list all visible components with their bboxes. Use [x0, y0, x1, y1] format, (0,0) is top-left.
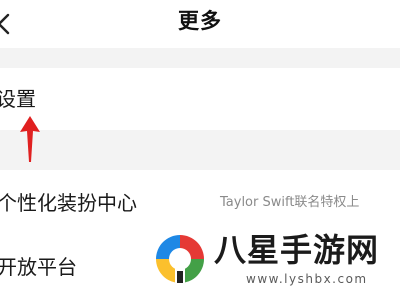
menu-item-label: 开放平台 — [0, 255, 77, 279]
menu-item-label: 设置 — [0, 87, 36, 111]
watermark-url: www.lyshbx.com — [246, 272, 368, 286]
menu-item-value: Taylor Swift联名特权上 — [220, 195, 360, 210]
menu-item-settings[interactable]: 设置 — [0, 68, 400, 130]
section-separator — [0, 130, 400, 170]
section-separator — [0, 48, 400, 68]
page-title: 更多 — [178, 9, 222, 33]
watermark-name: 八星手游网 — [214, 231, 380, 269]
nav-bar: 更多 — [0, 0, 400, 48]
red-up-arrow-icon — [20, 116, 40, 162]
menu-item-label: 个性化装扮中心 — [0, 191, 137, 215]
watermark: 八星手游网 www.lyshbx.com — [148, 226, 400, 291]
site-logo-icon — [156, 235, 204, 283]
